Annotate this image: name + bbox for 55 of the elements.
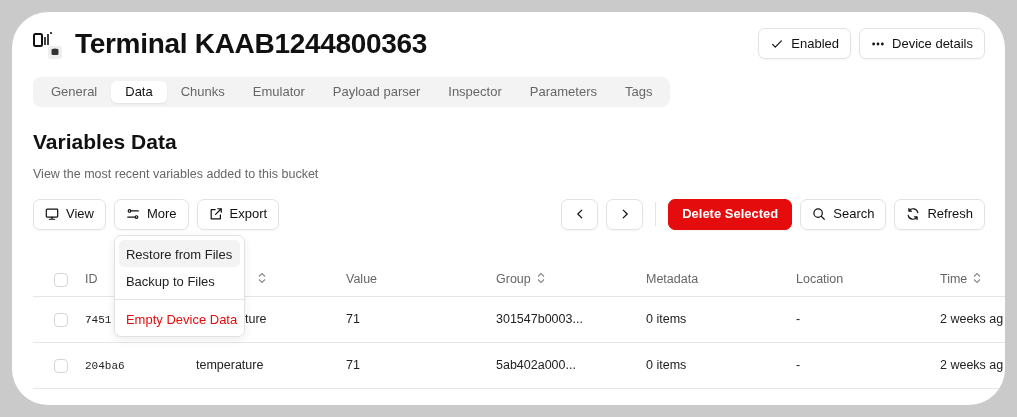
search-icon [812,207,827,222]
tab[interactable]: General [37,80,112,103]
section-title: Variables Data [33,128,178,154]
refresh-icon [906,207,921,222]
menu-item[interactable]: Backup to Files [118,266,240,294]
enabled-toggle-button[interactable]: Enabled [758,28,852,60]
sort-icon[interactable] [972,271,983,284]
column-header: Metadata [646,271,699,286]
search-button[interactable]: Search [800,198,887,230]
select-all-checkbox[interactable] [54,272,68,287]
sort-icon[interactable] [257,271,267,284]
menu-item[interactable]: Restore from Files [118,239,240,267]
tab[interactable]: Data [111,80,167,103]
table-cell: 71 [346,358,360,373]
next-page-button[interactable] [606,198,644,230]
more-button[interactable]: More [113,198,189,230]
table-cell: temperature [196,358,264,373]
table-cell: - [796,358,801,373]
monitor-icon [45,207,59,222]
column-header: ID [85,271,98,286]
table-cell: 0 items [646,312,687,327]
refresh-button[interactable]: Refresh [894,198,985,230]
export-button[interactable]: Export [196,198,280,230]
table-cell: 71 [346,312,360,327]
table-cell: ture [245,312,267,327]
delete-selected-button[interactable]: Delete Selected [668,198,793,230]
sort-icon[interactable] [535,271,546,284]
id-cell: 204ba6 [85,360,125,373]
table-cell: 0 items [646,358,687,373]
page-title: Terminal KAAB1244800363 [75,27,428,61]
row-checkbox[interactable] [54,358,68,373]
column-header: Location [796,271,844,286]
table-cell: 301547b0003... [496,312,583,327]
table-cell: 5ab402a000... [496,358,576,373]
row-checkbox[interactable] [54,312,68,327]
table-cell: - [796,312,801,327]
column-header[interactable]: Group [496,271,531,286]
tab[interactable]: Inspector [434,80,516,103]
tab[interactable]: Emulator [238,80,319,103]
section-subtitle: View the most recent variables added to this bucket [33,165,320,183]
table-cell: 2 weeks ag [940,312,1004,327]
device-details-button[interactable]: Device details [859,28,985,60]
view-button[interactable]: View [33,198,106,230]
column-header: Value [346,271,378,286]
external-link-icon [208,207,223,222]
id-cell: 7451 [85,314,112,327]
tab[interactable]: Chunks [166,80,239,103]
column-header[interactable]: Time [940,271,968,286]
menu-item[interactable]: Empty Device Data [118,304,240,332]
tab[interactable]: Payload parser [318,80,435,103]
tab[interactable]: Tags [610,80,667,103]
tab[interactable]: Parameters [515,80,611,103]
previous-page-button[interactable] [561,198,599,230]
table-cell: 2 weeks ag [940,358,1004,373]
sliders-icon [125,207,140,222]
